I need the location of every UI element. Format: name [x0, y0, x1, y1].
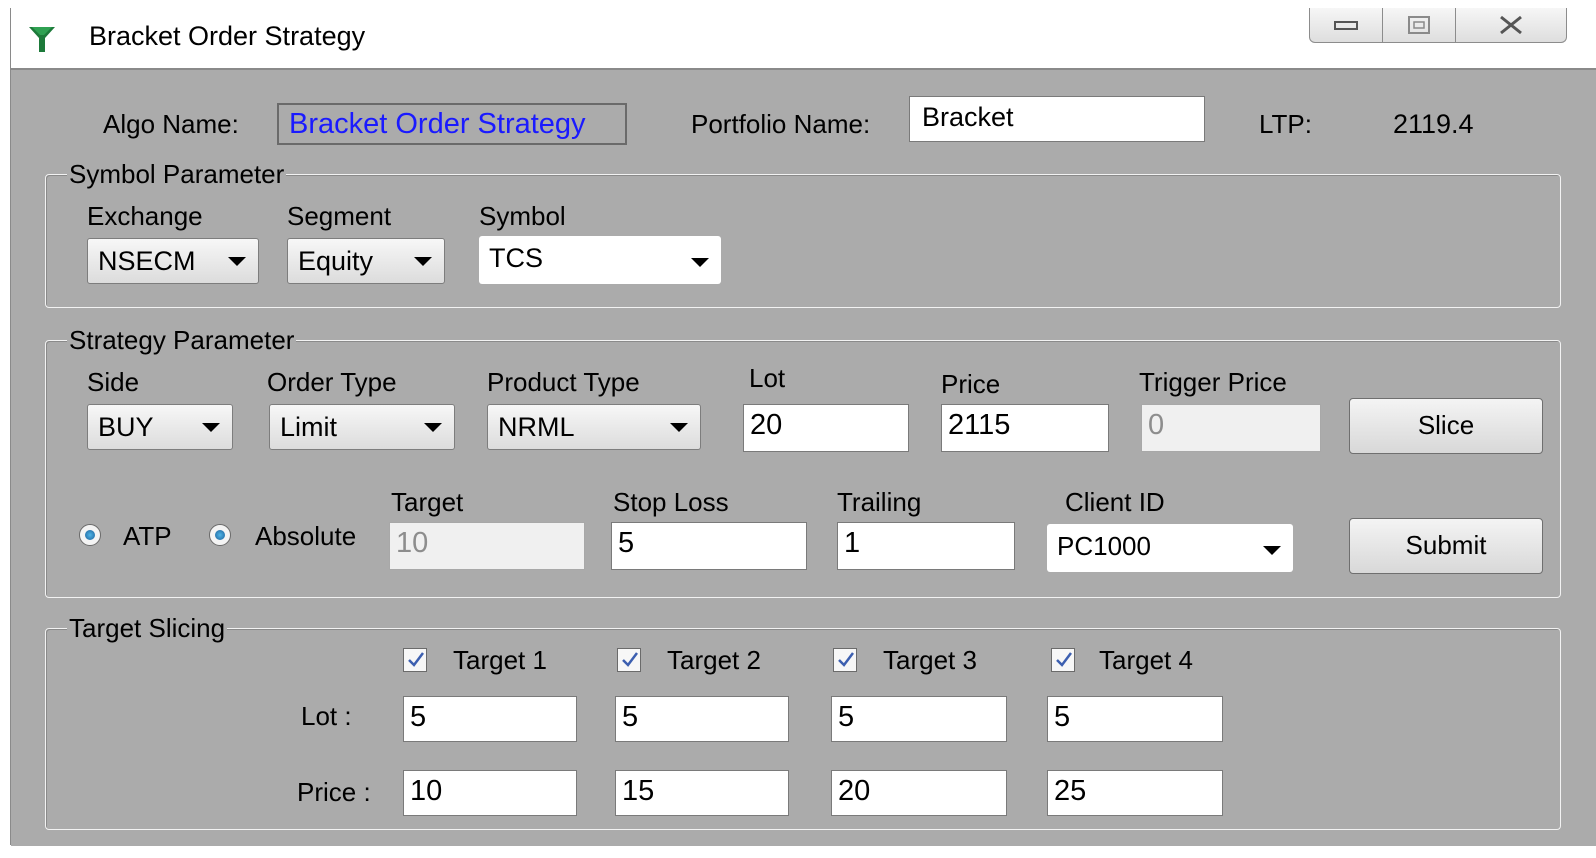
radio-dot-icon: [215, 530, 225, 540]
symbol-value: TCS: [489, 243, 543, 273]
app-logo-icon: [29, 27, 55, 52]
radio-dot-icon: [85, 530, 95, 540]
target-1-checkbox[interactable]: [403, 648, 427, 672]
symbol-parameter-group: [45, 174, 1561, 308]
title-bar[interactable]: Bracket Order Strategy: [11, 8, 1596, 68]
target-2-checkbox[interactable]: [617, 648, 641, 672]
product-type-select[interactable]: NRML: [487, 404, 701, 450]
segment-select[interactable]: Equity: [287, 238, 445, 284]
target-1-price-input[interactable]: 10: [403, 770, 577, 816]
trigger-price-label: Trigger Price: [1139, 367, 1287, 397]
ltp-value: 2119.4: [1393, 109, 1474, 139]
symbol-label: Symbol: [479, 201, 566, 231]
window-title: Bracket Order Strategy: [89, 21, 366, 51]
target-2-label: Target 2: [667, 645, 761, 675]
lot-row-label: Lot :: [301, 701, 352, 731]
order-type-value: Limit: [280, 412, 338, 442]
exchange-value: NSECM: [98, 246, 196, 276]
target-4-checkbox[interactable]: [1051, 648, 1075, 672]
absolute-radio[interactable]: [209, 524, 231, 546]
checkmark-icon: [408, 652, 424, 667]
close-icon: [1500, 15, 1522, 35]
absolute-label: Absolute: [255, 521, 357, 551]
symbol-parameter-title: Symbol Parameter: [67, 158, 287, 190]
chevron-down-icon: [424, 423, 442, 432]
order-type-label: Order Type: [267, 367, 397, 397]
order-type-select[interactable]: Limit: [269, 404, 455, 450]
segment-value: Equity: [298, 246, 374, 276]
target-label: Target: [391, 487, 464, 517]
target-1-label: Target 1: [453, 645, 547, 675]
lot-label: Lot: [749, 363, 786, 393]
target-slicing-title: Target Slicing: [67, 612, 228, 644]
target-slicing-group: [45, 628, 1561, 830]
chevron-down-icon: [414, 257, 432, 266]
submit-button[interactable]: Submit: [1349, 518, 1543, 574]
lot-input[interactable]: 20: [743, 404, 909, 452]
target-4-price-input[interactable]: 25: [1047, 770, 1223, 816]
side-label: Side: [87, 367, 140, 397]
target-2-price-input[interactable]: 15: [615, 770, 789, 816]
side-select[interactable]: BUY: [87, 404, 233, 450]
target-3-label: Target 3: [883, 645, 977, 675]
price-label: Price: [941, 369, 1001, 399]
target-3-checkbox[interactable]: [833, 648, 857, 672]
symbol-select[interactable]: TCS: [479, 236, 721, 284]
client-id-select[interactable]: PC1000: [1047, 524, 1293, 572]
target-3-lot-input[interactable]: 5: [831, 696, 1007, 742]
client-id-value: PC1000: [1057, 531, 1151, 561]
chevron-down-icon: [228, 257, 246, 266]
price-input[interactable]: 2115: [941, 404, 1109, 452]
close-button[interactable]: [1456, 8, 1567, 43]
product-type-label: Product Type: [487, 367, 640, 397]
form-area: Algo Name: Bracket Order Strategy Portfo…: [11, 68, 1596, 846]
bracket-order-window: Bracket Order Strategy Algo Name: Bracke…: [10, 8, 1596, 846]
strategy-parameter-title: Strategy Parameter: [67, 324, 297, 356]
product-type-value: NRML: [498, 412, 575, 442]
trailing-label: Trailing: [837, 487, 922, 517]
checkmark-icon: [838, 652, 854, 667]
target-2-lot-input[interactable]: 5: [615, 696, 789, 742]
stop-loss-label: Stop Loss: [613, 487, 729, 517]
chevron-down-icon: [691, 258, 709, 267]
chevron-down-icon: [1263, 546, 1281, 555]
chevron-down-icon: [202, 423, 220, 432]
minimize-button[interactable]: [1309, 8, 1383, 43]
chevron-down-icon: [670, 423, 688, 432]
checkmark-icon: [1056, 652, 1072, 667]
algo-name-value: Bracket Order Strategy: [277, 103, 627, 145]
price-row-label: Price :: [297, 777, 371, 807]
algo-name-label: Algo Name:: [103, 109, 239, 139]
minimize-icon: [1334, 21, 1358, 30]
window-controls: [1309, 8, 1567, 44]
side-value: BUY: [98, 412, 154, 442]
portfolio-name-input[interactable]: Bracket: [909, 96, 1205, 142]
target-4-lot-input[interactable]: 5: [1047, 696, 1223, 742]
portfolio-name-label: Portfolio Name:: [691, 109, 871, 139]
ltp-label: LTP:: [1259, 109, 1312, 139]
atp-radio[interactable]: [79, 524, 101, 546]
target-1-lot-input[interactable]: 5: [403, 696, 577, 742]
segment-label: Segment: [287, 201, 392, 231]
maximize-button[interactable]: [1383, 8, 1456, 43]
checkmark-icon: [622, 652, 638, 667]
maximize-icon: [1408, 16, 1430, 34]
target-3-price-input[interactable]: 20: [831, 770, 1007, 816]
exchange-label: Exchange: [87, 201, 203, 231]
client-id-label: Client ID: [1065, 487, 1165, 517]
exchange-select[interactable]: NSECM: [87, 238, 259, 284]
stop-loss-input[interactable]: 5: [611, 522, 807, 570]
slice-button[interactable]: Slice: [1349, 398, 1543, 454]
target-input[interactable]: 10: [389, 522, 585, 570]
atp-label: ATP: [123, 521, 172, 551]
trailing-input[interactable]: 1: [837, 522, 1015, 570]
trigger-price-input[interactable]: 0: [1141, 404, 1321, 452]
target-4-label: Target 4: [1099, 645, 1193, 675]
